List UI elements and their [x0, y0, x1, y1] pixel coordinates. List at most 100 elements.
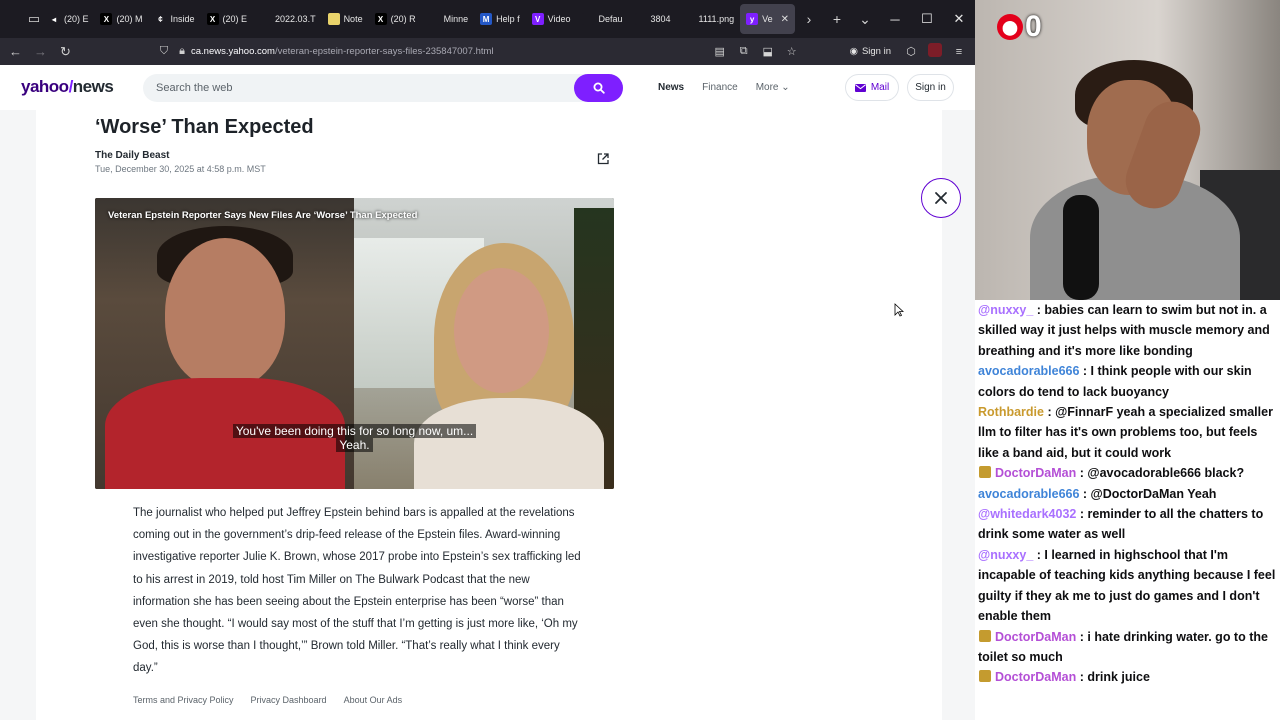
- tab-label: Ve: [762, 14, 773, 24]
- search-input[interactable]: [156, 74, 556, 102]
- tab-strip: ◂ (20) E X (20) M ¢ Inside X (20) E 2022.03.T Not…: [42, 0, 795, 38]
- mouse-cursor-icon: [894, 303, 904, 317]
- url-domain: ca.news.yahoo.com: [191, 46, 275, 57]
- chat-username[interactable]: avocadorable666: [978, 364, 1079, 378]
- browser-tab[interactable]: 2022.03.T: [253, 4, 322, 34]
- browser-tab[interactable]: X (20) R: [369, 4, 422, 34]
- tab-label: (20) M: [116, 14, 143, 24]
- browser-tab[interactable]: X (20) E: [201, 4, 254, 34]
- tab-manager-icon[interactable]: ▭: [26, 0, 42, 38]
- article-source[interactable]: The Daily Beast: [95, 150, 169, 161]
- browser-tab[interactable]: Note: [322, 4, 369, 34]
- nav-more[interactable]: More ⌄: [756, 82, 790, 93]
- browser-tab[interactable]: 3804: [629, 4, 677, 34]
- save-page-icon[interactable]: ⬓: [758, 45, 778, 58]
- caption-line-2: Yeah.: [336, 438, 373, 452]
- chat-message: @nuxxy_ : I learned in highschool that I…: [978, 545, 1277, 627]
- extensions-icon[interactable]: ⬡: [901, 45, 921, 58]
- tab-favicon-icon: y: [746, 13, 759, 25]
- yahoo-header: yahoo/news News Finance More ⌄ Mail Sign: [0, 65, 975, 110]
- tracking-shield-icon[interactable]: ⛉: [155, 45, 173, 58]
- window-close-icon[interactable]: ✕: [943, 0, 975, 38]
- new-tab-icon[interactable]: +: [823, 0, 851, 38]
- tab-favicon-icon: V: [531, 13, 544, 25]
- close-icon: [935, 192, 947, 204]
- browser-tab[interactable]: y Ve ✕: [740, 4, 795, 34]
- url-bar[interactable]: ⛉ 🔒︎ ca.news.yahoo.com/veteran-epstein-r…: [155, 38, 775, 65]
- browser-tab[interactable]: M Help f: [474, 4, 526, 34]
- back-icon[interactable]: ←: [3, 38, 28, 65]
- chat-username[interactable]: avocadorable666: [978, 487, 1079, 501]
- screenshot-icon[interactable]: ⧉: [734, 45, 754, 58]
- browser-tab[interactable]: X (20) M: [94, 4, 148, 34]
- search-button[interactable]: [574, 74, 623, 102]
- tab-label: 3804: [650, 14, 671, 24]
- browser-tab[interactable]: Defau: [576, 4, 628, 34]
- yahoo-nav: News Finance More ⌄: [658, 82, 790, 93]
- account-icon: ◉: [849, 46, 858, 57]
- reload-icon[interactable]: ↻: [53, 38, 78, 65]
- lock-icon[interactable]: 🔒︎: [173, 45, 191, 58]
- maximize-icon[interactable]: ☐: [911, 0, 943, 38]
- video-player[interactable]: Veteran Epstein Reporter Says New Files …: [95, 198, 614, 489]
- account-signin-label: Sign in: [861, 46, 891, 57]
- forward-icon[interactable]: →: [28, 38, 53, 65]
- url-path: /veteran-epstein-reporter-says-files-235…: [274, 46, 494, 57]
- tab-label: Help f: [496, 14, 520, 24]
- tab-favicon-icon: [634, 13, 647, 25]
- chat-username[interactable]: @whitedark4032: [978, 507, 1076, 521]
- minimize-icon[interactable]: ─: [879, 0, 911, 38]
- tab-close-icon[interactable]: ✕: [781, 14, 789, 25]
- tab-label: 2022.03.T: [275, 14, 316, 24]
- mail-button[interactable]: Mail: [845, 74, 899, 101]
- yahoo-signin-button[interactable]: Sign in: [907, 74, 954, 101]
- caption-line-1: You've been doing this for so long now, …: [232, 424, 477, 438]
- chat-username[interactable]: @nuxxy_: [978, 548, 1033, 562]
- chat-username[interactable]: DoctorDaMan: [995, 630, 1076, 644]
- viewer-counter: ⬤ 0: [997, 12, 1042, 42]
- chat-username[interactable]: Rothbardie: [978, 405, 1044, 419]
- browser-tab[interactable]: 1111.png: [677, 4, 741, 34]
- footer-about-ads-link[interactable]: About Our Ads: [344, 695, 403, 705]
- nav-bar: ← → ↻ ⛉ 🔒︎ ca.news.yahoo.com/veteran-eps…: [0, 38, 975, 65]
- browser-tab[interactable]: ◂ (20) E: [42, 4, 95, 34]
- reader-view-icon[interactable]: ▤: [710, 45, 730, 58]
- logo-news: news: [72, 77, 114, 96]
- search-icon: [593, 82, 605, 94]
- bookmark-star-icon[interactable]: ☆: [782, 45, 802, 58]
- close-video-button[interactable]: [921, 178, 961, 218]
- share-icon[interactable]: [596, 152, 610, 166]
- footer-terms-link[interactable]: Terms and Privacy Policy: [133, 695, 234, 705]
- browser-window: ▭ ◂ (20) E X (20) M ¢ Inside X (20) E 2022.03.T N…: [0, 0, 975, 720]
- chat-badge-icon: [979, 466, 991, 479]
- counter-value: 0: [1025, 10, 1042, 43]
- chat-username[interactable]: @nuxxy_: [978, 303, 1033, 317]
- video-title: Veteran Epstein Reporter Says New Files …: [108, 210, 418, 221]
- footer-privacy-dashboard-link[interactable]: Privacy Dashboard: [251, 695, 327, 705]
- nav-finance[interactable]: Finance: [702, 82, 738, 93]
- browser-tab[interactable]: V Video: [526, 4, 577, 34]
- stream-panel: ⬤ 0 @nuxxy_ : babies can learn to swim b…: [975, 0, 1280, 720]
- scroll-tabs-right-icon[interactable]: ›: [795, 0, 823, 38]
- tab-favicon-icon: ¢: [154, 13, 167, 25]
- article-date: Tue, December 30, 2025 at 4:58 p.m. MST: [95, 164, 266, 174]
- url-text[interactable]: ca.news.yahoo.com/veteran-epstein-report…: [191, 46, 494, 57]
- chat-message: DoctorDaMan : i hate drinking water. go …: [978, 627, 1277, 668]
- tab-label: (20) R: [390, 14, 416, 24]
- nav-more-label: More: [755, 82, 779, 93]
- chat-text: : drink juice: [1076, 670, 1150, 685]
- chat-username[interactable]: DoctorDaMan: [995, 670, 1076, 684]
- list-all-tabs-icon[interactable]: ⌄: [851, 0, 879, 38]
- extension-red-icon[interactable]: [925, 43, 945, 60]
- account-signin-button[interactable]: ◉ Sign in: [850, 46, 891, 57]
- chat-username[interactable]: DoctorDaMan: [995, 466, 1076, 480]
- tab-label: Defau: [598, 14, 623, 24]
- yahoo-news-logo[interactable]: yahoo/news: [21, 77, 114, 97]
- woman-face: [454, 268, 549, 393]
- browser-tab[interactable]: Minne: [422, 4, 475, 34]
- menu-hamburger-icon[interactable]: ≡: [949, 46, 969, 58]
- tab-bar: ▭ ◂ (20) E X (20) M ¢ Inside X (20) E 2022.03.T N…: [0, 0, 975, 38]
- nav-news[interactable]: News: [658, 82, 684, 93]
- browser-tab[interactable]: ¢ Inside: [148, 4, 200, 34]
- article-card: ‘Worse’ Than Expected The Daily Beast Tu…: [36, 110, 961, 720]
